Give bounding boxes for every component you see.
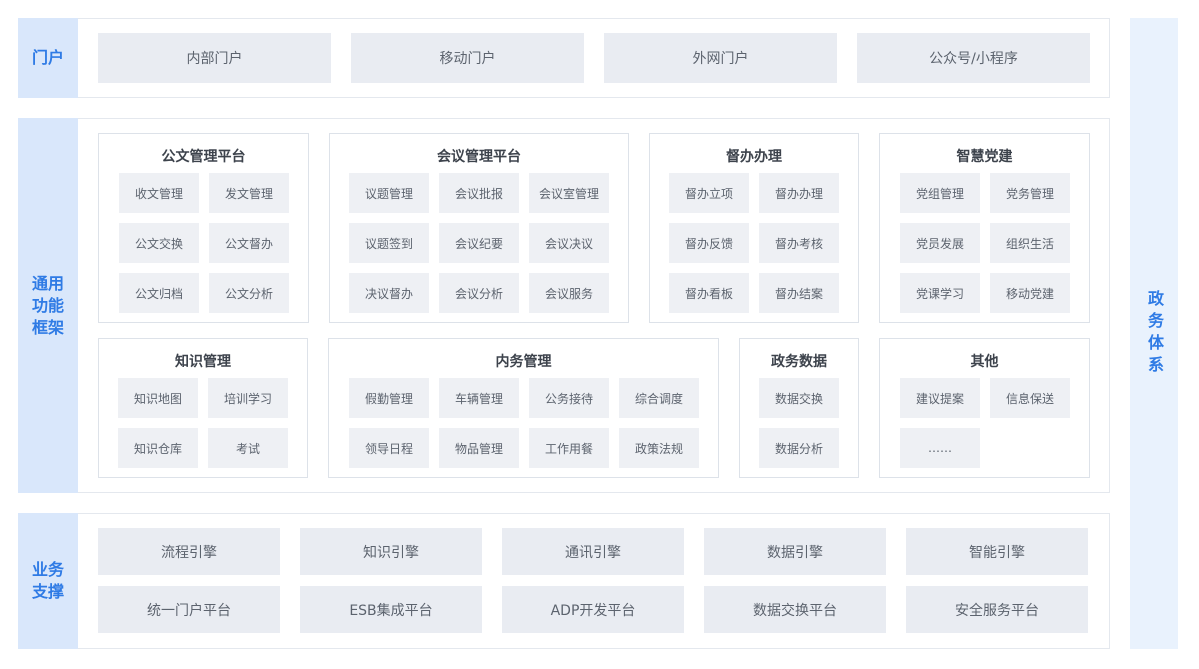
portal-item[interactable]: 外网门户 xyxy=(604,33,837,83)
support-item[interactable]: 智能引擎 xyxy=(906,528,1088,575)
function-item[interactable]: 发文管理 xyxy=(209,173,289,213)
function-item[interactable]: 议题管理 xyxy=(349,173,429,213)
function-item[interactable]: 会议决议 xyxy=(529,223,609,263)
function-item[interactable]: 决议督办 xyxy=(349,273,429,313)
function-group: 会议管理平台 议题管理 会议批报 会议室管理议题签到 会议纪要 会议决议决议督办 会议分析会… xyxy=(329,133,629,323)
function-item[interactable]: 信息保送 xyxy=(990,378,1070,418)
function-item[interactable]: 会议服务 xyxy=(529,273,609,313)
function-item[interactable]: 移动党建 xyxy=(990,273,1070,313)
framework-row-label: 通用 功能 框架 xyxy=(18,118,78,493)
function-item[interactable]: 数据分析 xyxy=(759,428,839,468)
framework-label-line: 功能 xyxy=(31,295,64,315)
portal-item[interactable]: 内部门户 xyxy=(98,33,331,83)
portal-item[interactable]: 移动门户 xyxy=(351,33,584,83)
function-group: 内务管理假勤管理 车辆管理 公务接待 综合调度领导日程 物品管理 工作用餐 政策法规 xyxy=(328,338,719,478)
function-item[interactable]: 公务接待 xyxy=(529,378,609,418)
function-item[interactable]: 工作用餐 xyxy=(529,428,609,468)
function-item[interactable]: 会议纪要 xyxy=(439,223,519,263)
support-item[interactable]: 统一门户平台 xyxy=(98,586,280,633)
portal-item[interactable]: 公众号/小程序 xyxy=(857,33,1090,83)
function-item[interactable]: 收文管理 xyxy=(119,173,199,213)
support-label-line: 业务 xyxy=(31,560,64,579)
function-item[interactable]: 知识仓库 xyxy=(118,428,198,468)
function-item[interactable]: 公文分析 xyxy=(209,273,289,313)
function-item[interactable]: 议题签到 xyxy=(349,223,429,263)
function-group-title: 内务管理 xyxy=(495,354,552,370)
function-item[interactable]: 组织生活 xyxy=(990,223,1070,263)
function-group-title: 督办办理 xyxy=(726,149,782,165)
function-group-title: 其他 xyxy=(970,354,999,370)
function-group: 督办办理 督办立项 督办办理 督办反馈 督办考核 督办看板 督办结案 xyxy=(649,133,859,323)
function-item[interactable]: 党务管理 xyxy=(990,173,1070,213)
function-item[interactable]: 督办考核 xyxy=(759,223,839,263)
function-item[interactable]: 督办反馈 xyxy=(669,223,749,263)
function-group: 知识管理知识地图 培训学习 知识仓库 考试 xyxy=(98,338,308,478)
support-row-label: 业务 支撑 xyxy=(18,513,78,649)
function-group-title: 智慧党建 xyxy=(956,149,1013,165)
portal-row-label: 门户 xyxy=(18,18,78,98)
support-item[interactable]: 数据交换平台 xyxy=(704,586,886,633)
framework-label-line: 通用 xyxy=(31,273,64,293)
function-item[interactable]: 公文督办 xyxy=(209,223,289,263)
function-group-title: 公文管理平台 xyxy=(161,149,246,165)
function-item[interactable]: 督办看板 xyxy=(669,273,749,313)
support-item[interactable]: 通讯引擎 xyxy=(502,528,684,575)
function-item[interactable]: 督办立项 xyxy=(669,173,749,213)
function-group-title: 政务数据 xyxy=(771,354,827,370)
support-label-line: 支撑 xyxy=(31,582,64,601)
framework-label-line: 框架 xyxy=(31,317,64,337)
function-group: 其他建议提案 信息保送…… xyxy=(879,338,1090,478)
function-item[interactable]: 公文归档 xyxy=(119,273,199,313)
function-item[interactable]: 培训学习 xyxy=(208,378,288,418)
function-group: 政务数据数据交换数据分析 xyxy=(739,338,859,478)
function-item[interactable]: 党课学习 xyxy=(900,273,980,313)
function-item[interactable]: 数据交换 xyxy=(759,378,839,418)
function-item[interactable]: 公文交换 xyxy=(119,223,199,263)
function-item[interactable]: 会议批报 xyxy=(439,173,519,213)
support-item[interactable]: 安全服务平台 xyxy=(906,586,1088,633)
side-column-label: 政务体系 xyxy=(1145,289,1164,378)
function-group: 智慧党建党组管理 党务管理 党员发展 组织生活 党课学习 移动党建 xyxy=(879,133,1090,323)
function-item[interactable]: …… xyxy=(900,428,980,468)
function-group-title: 知识管理 xyxy=(175,354,231,370)
support-item[interactable]: 数据引擎 xyxy=(704,528,886,575)
side-column: 政务体系 xyxy=(1130,18,1178,649)
support-item[interactable]: 知识引擎 xyxy=(300,528,482,575)
function-item[interactable]: 考试 xyxy=(208,428,288,468)
function-item[interactable]: 物品管理 xyxy=(439,428,519,468)
function-item[interactable]: 假勤管理 xyxy=(349,378,429,418)
support-item[interactable]: 流程引擎 xyxy=(98,528,280,575)
function-item[interactable]: 督办结案 xyxy=(759,273,839,313)
function-group: 公文管理平台收文管理 发文管理 公文交换 公文督办 公文归档 公文分析 xyxy=(98,133,309,323)
function-item[interactable]: 领导日程 xyxy=(349,428,429,468)
support-item[interactable]: ESB集成平台 xyxy=(300,586,482,633)
function-item[interactable]: 政策法规 xyxy=(619,428,699,468)
function-item[interactable]: 知识地图 xyxy=(118,378,198,418)
support-item[interactable]: ADP开发平台 xyxy=(502,586,684,633)
function-item[interactable]: 党组管理 xyxy=(900,173,980,213)
function-item[interactable]: 建议提案 xyxy=(900,378,980,418)
function-item[interactable]: 会议室管理 xyxy=(529,173,609,213)
function-item[interactable]: 督办办理 xyxy=(759,173,839,213)
function-item[interactable]: 综合调度 xyxy=(619,378,699,418)
function-item[interactable]: 党员发展 xyxy=(900,223,980,263)
function-item[interactable]: 会议分析 xyxy=(439,273,519,313)
function-item[interactable]: 车辆管理 xyxy=(439,378,519,418)
function-group-title: 会议管理平台 xyxy=(437,149,521,165)
